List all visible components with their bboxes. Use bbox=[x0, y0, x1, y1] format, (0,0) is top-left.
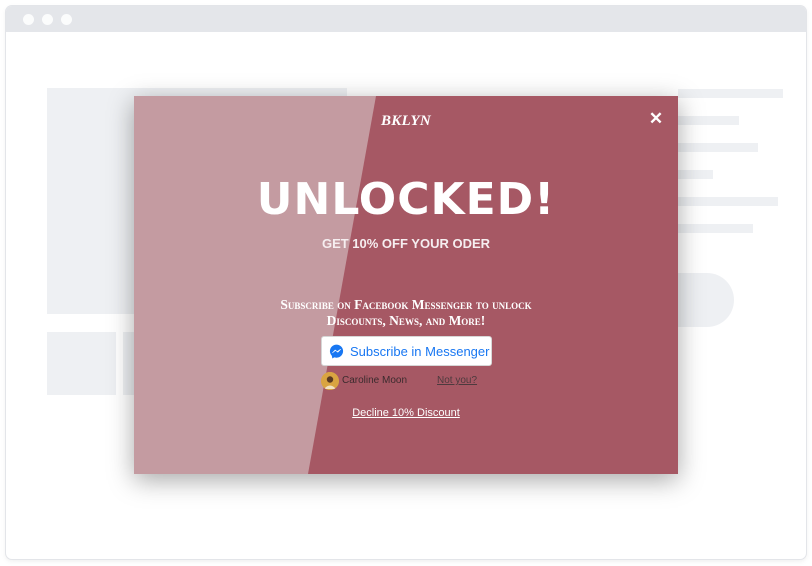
placeholder-text-line bbox=[678, 89, 783, 98]
messenger-user-row: Caroline Moon Not you? bbox=[321, 372, 492, 390]
close-icon[interactable]: ✕ bbox=[646, 109, 666, 129]
placeholder-text-line bbox=[678, 143, 758, 152]
subscribe-messenger-button[interactable]: Subscribe in Messenger bbox=[321, 336, 492, 366]
placeholder-text-line bbox=[678, 170, 713, 179]
user-name: Caroline Moon bbox=[342, 375, 408, 386]
popup-headline: UNLOCKED! bbox=[256, 174, 556, 225]
window-maximize-dot[interactable] bbox=[61, 14, 72, 25]
window-close-dot[interactable] bbox=[23, 14, 34, 25]
subscribe-description: Subscribe on Facebook Messenger to unloc… bbox=[244, 297, 568, 329]
placeholder-text-line bbox=[678, 116, 739, 125]
discount-popup: BKLYN ✕ UNLOCKED! GET 10% OFF YOUR ODER … bbox=[134, 96, 678, 474]
messenger-button-label: Subscribe in Messenger bbox=[350, 343, 490, 359]
popup-subheadline: GET 10% OFF YOUR ODER bbox=[321, 236, 491, 251]
placeholder-text-line bbox=[678, 197, 778, 206]
browser-titlebar bbox=[6, 6, 806, 32]
brand-logo: BKLYN bbox=[380, 113, 432, 129]
window-minimize-dot[interactable] bbox=[42, 14, 53, 25]
subscribe-line-2: Discounts, News, and More! bbox=[326, 313, 486, 328]
placeholder-text-line bbox=[678, 224, 753, 233]
user-avatar bbox=[321, 372, 339, 390]
messenger-icon bbox=[329, 344, 344, 358]
subscribe-line-1: Subscribe on Facebook Messenger to unloc… bbox=[280, 297, 532, 312]
decline-discount-link[interactable]: Decline 10% Discount bbox=[134, 407, 678, 419]
not-you-link[interactable]: Not you? bbox=[437, 375, 477, 386]
placeholder-thumb bbox=[47, 332, 116, 395]
